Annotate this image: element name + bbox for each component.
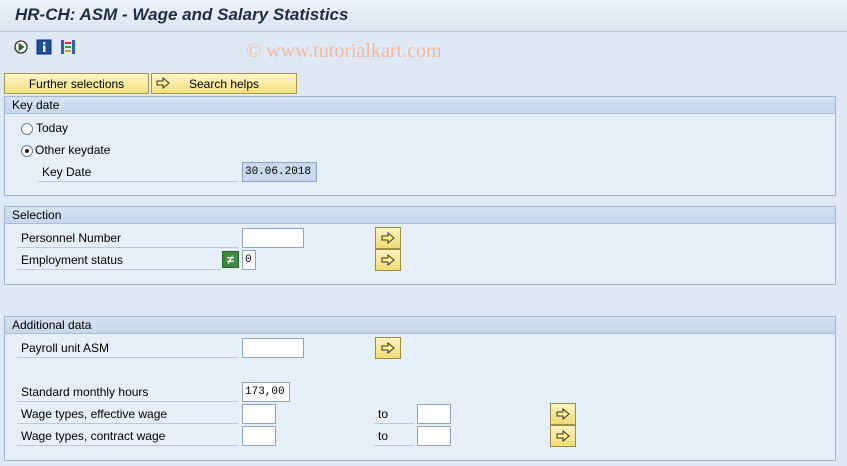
wt-effective-multiple-selection-button[interactable]	[550, 403, 576, 425]
payroll-unit-label: Payroll unit ASM	[17, 338, 238, 358]
wt-effective-label: Wage types, effective wage	[17, 404, 238, 424]
wt-contract-to-label: to	[374, 426, 414, 446]
wt-effective-from-input[interactable]	[242, 404, 276, 424]
other-keydate-radio[interactable]	[21, 145, 33, 157]
arrow-right-icon	[381, 253, 395, 267]
personnel-number-multiple-selection-button[interactable]	[375, 227, 401, 249]
arrow-right-icon	[556, 407, 570, 421]
wt-effective-to-label: to	[374, 404, 414, 424]
key-date-label: Key Date	[38, 162, 238, 182]
key-date-input[interactable]: 30.06.2018	[242, 162, 317, 182]
further-selections-label: Further selections	[28, 76, 125, 91]
today-label: Today	[36, 121, 69, 135]
payroll-unit-multiple-selection-button[interactable]	[375, 337, 401, 359]
title-bar: HR-CH: ASM - Wage and Salary Statistics	[0, 0, 847, 32]
payroll-unit-input[interactable]	[242, 338, 304, 358]
search-helps-button[interactable]: Search helps	[151, 73, 297, 94]
search-helps-label: Search helps	[188, 76, 260, 91]
window-title: HR-CH: ASM - Wage and Salary Statistics	[15, 5, 349, 24]
key-date-group-title: Key date	[5, 97, 835, 114]
personnel-number-label: Personnel Number	[17, 228, 238, 248]
execute-icon[interactable]	[13, 39, 29, 55]
additional-data-group-title: Additional data	[5, 317, 835, 334]
employment-status-multiple-selection-button[interactable]	[375, 249, 401, 271]
arrow-right-icon	[381, 231, 395, 245]
further-selections-button[interactable]: Further selections	[4, 73, 149, 94]
std-hours-input[interactable]: 173,00	[242, 382, 290, 402]
watermark-text: © www.tutorialkart.com	[246, 40, 442, 62]
wt-contract-to-input[interactable]	[417, 426, 451, 446]
arrow-right-icon	[556, 429, 570, 443]
arrow-right-icon	[156, 76, 170, 93]
employment-status-label: Employment status	[17, 250, 220, 270]
not-equal-icon[interactable]: ≠	[222, 251, 239, 268]
selection-group-title: Selection	[5, 207, 835, 224]
std-hours-label: Standard monthly hours	[17, 382, 238, 402]
wt-effective-to-input[interactable]	[417, 404, 451, 424]
employment-status-input[interactable]: 0	[242, 250, 256, 270]
other-keydate-label: Other keydate	[35, 143, 111, 157]
arrow-right-icon	[381, 341, 395, 355]
today-radio[interactable]	[21, 123, 33, 135]
personnel-number-input[interactable]	[242, 228, 304, 248]
info-icon[interactable]	[36, 39, 52, 55]
variant-icon[interactable]	[60, 39, 76, 55]
wt-contract-label: Wage types, contract wage	[17, 426, 238, 446]
wt-contract-from-input[interactable]	[242, 426, 276, 446]
application-toolbar: © www.tutorialkart.com	[0, 33, 847, 65]
wt-contract-multiple-selection-button[interactable]	[550, 425, 576, 447]
